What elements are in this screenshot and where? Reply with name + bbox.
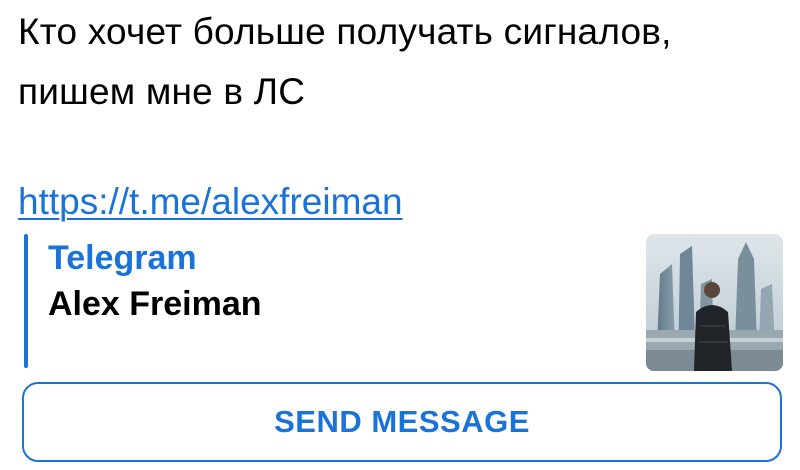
link-preview[interactable]: Telegram Alex Freiman <box>24 232 784 371</box>
preview-thumbnail[interactable] <box>646 234 783 371</box>
preview-site-name: Telegram <box>48 239 197 277</box>
preview-accent-bar <box>24 234 28 368</box>
profile-photo-image <box>646 234 783 371</box>
telegram-link[interactable]: https://t.me/alexfreiman <box>18 172 403 232</box>
message-body: Кто хочет больше получать сигналов, пише… <box>18 2 788 232</box>
send-message-button[interactable]: SEND MESSAGE <box>22 382 782 462</box>
preview-title: Alex Freiman <box>48 285 262 323</box>
message-text-line-1: Кто хочет больше получать сигналов, <box>18 11 672 52</box>
message-text-line-2: пишем мне в ЛС <box>18 71 306 112</box>
send-message-label: SEND MESSAGE <box>274 404 530 439</box>
